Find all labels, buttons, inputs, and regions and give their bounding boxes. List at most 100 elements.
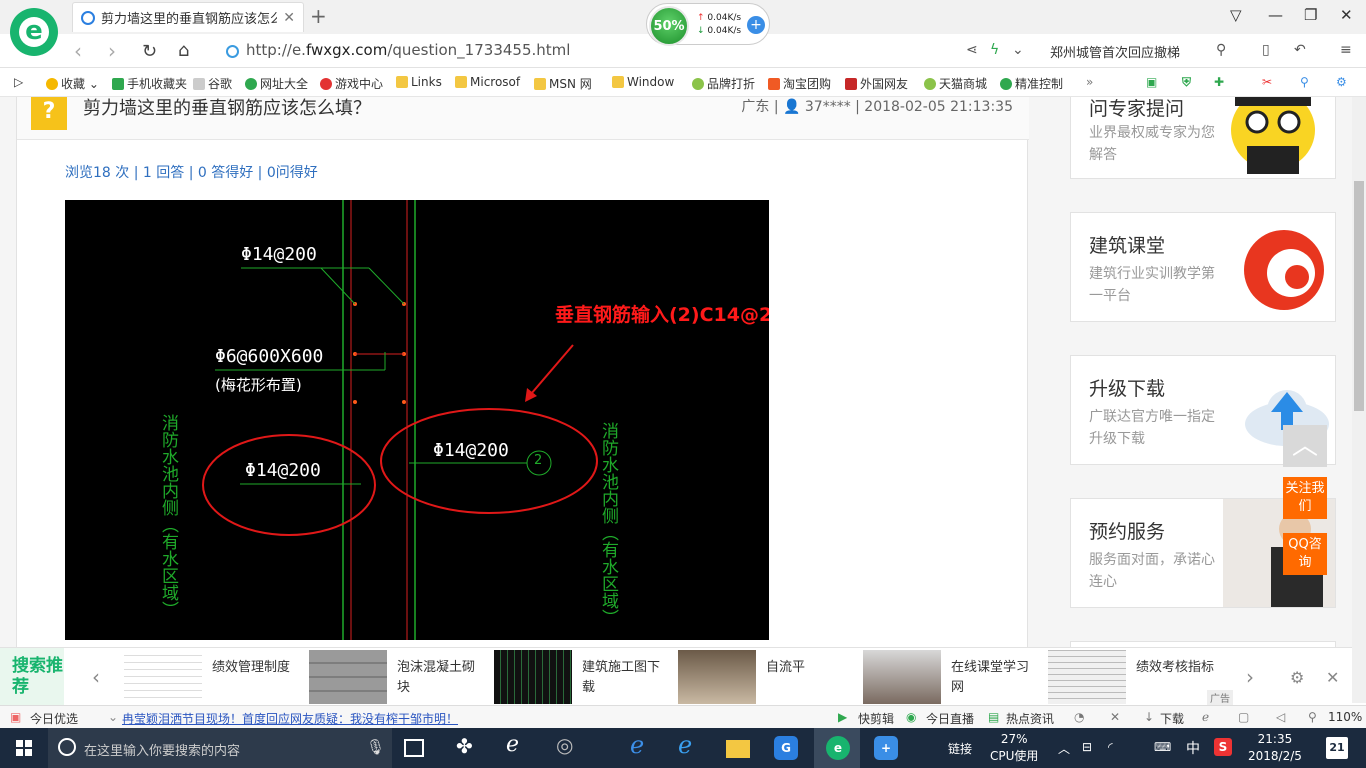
minimize-icon[interactable]: — bbox=[1268, 6, 1283, 24]
edge-icon[interactable]: ℯ bbox=[630, 731, 654, 759]
ie-icon[interactable]: ℯ bbox=[506, 732, 530, 757]
share-icon[interactable]: ⋖ bbox=[966, 42, 978, 58]
game-icon bbox=[320, 78, 332, 90]
file-explorer-icon[interactable] bbox=[726, 740, 750, 758]
refresh-icon[interactable]: ↻ bbox=[142, 41, 157, 62]
bookmark-item[interactable]: 游戏中心 bbox=[320, 75, 383, 92]
bookmark-item[interactable]: Microsof bbox=[455, 75, 520, 89]
more-bookmarks-icon[interactable]: » bbox=[1086, 75, 1093, 89]
windows-start-icon[interactable] bbox=[0, 728, 48, 768]
bookmark-item[interactable]: 品牌打折 bbox=[692, 75, 755, 92]
bookmark-item[interactable]: 天猫商城 bbox=[924, 75, 987, 92]
reader-icon[interactable]: ▣ bbox=[1146, 75, 1157, 89]
undo-icon[interactable]: ↶ bbox=[1294, 42, 1306, 58]
sidebar-card-class[interactable]: 建筑课堂 建筑行业实训教学第一平台 bbox=[1070, 212, 1336, 322]
skin-icon[interactable]: ▽ bbox=[1230, 6, 1242, 24]
browser-logo[interactable]: e bbox=[10, 8, 58, 56]
sogou-icon[interactable]: S bbox=[1214, 738, 1232, 756]
hot-search-text[interactable]: 郑州城管首次回应撤梯 bbox=[1050, 42, 1180, 61]
question-meta: 广东 | 👤 37**** | 2018-02-05 21:13:35 bbox=[741, 99, 1013, 115]
bookmark-item[interactable]: 谷歌 bbox=[193, 75, 232, 92]
magnifier-icon[interactable]: ⚲ bbox=[1300, 75, 1309, 89]
system-clock[interactable]: 21:35 2018/2/5 bbox=[1248, 731, 1302, 765]
menu-icon[interactable]: ≡ bbox=[1340, 42, 1352, 58]
back-icon[interactable]: ‹ bbox=[74, 39, 82, 63]
volume-icon[interactable]: ◁ bbox=[1276, 710, 1285, 724]
today-picks[interactable]: 今日优选 bbox=[30, 710, 78, 727]
fan-app-icon[interactable]: ✤ bbox=[456, 734, 480, 758]
browser-taskbar-icon[interactable]: e bbox=[826, 736, 850, 760]
bookmark-item[interactable]: Links bbox=[396, 75, 442, 89]
url-field[interactable]: http://e.fwxgx.com/question_1733455.html bbox=[246, 41, 570, 59]
new-tab-icon[interactable]: + bbox=[310, 4, 327, 28]
plus-app-icon[interactable]: + bbox=[874, 736, 898, 760]
follow-us-button[interactable]: 关注我们 bbox=[1283, 477, 1327, 519]
wifi-icon[interactable]: ◜ bbox=[1108, 740, 1113, 754]
cad-side-text-right: 消防水池内侧（有水区域） bbox=[598, 422, 618, 626]
tools-icon[interactable]: ✕ bbox=[1110, 710, 1120, 724]
prev-arrow-icon[interactable]: ‹ bbox=[92, 665, 100, 689]
cpu-usage[interactable]: 27% CPU使用 bbox=[990, 731, 1038, 765]
quick-cut-link[interactable]: 快剪辑 bbox=[858, 710, 894, 727]
spiral-app-icon[interactable]: ◎ bbox=[556, 733, 580, 757]
network-icon[interactable]: ⊟ bbox=[1082, 740, 1092, 754]
next-arrow-icon[interactable]: › bbox=[1246, 665, 1254, 689]
settings-icon[interactable]: ⚙ bbox=[1290, 668, 1304, 687]
scrollbar-thumb[interactable] bbox=[1354, 181, 1364, 411]
bookmark-item[interactable]: Window bbox=[612, 75, 674, 89]
network-speed-widget[interactable]: 50% 0.04K/s 0.04K/s + bbox=[646, 3, 770, 46]
forward-icon[interactable]: › bbox=[108, 39, 116, 63]
scissors-icon[interactable]: ✂ bbox=[1262, 75, 1272, 89]
bookmark-item[interactable]: 网址大全 bbox=[245, 75, 308, 92]
hot-news-link[interactable]: 热点资讯 bbox=[1006, 710, 1054, 727]
mobile-icon[interactable]: ▯ bbox=[1262, 42, 1270, 58]
rec-thumbnail-floor bbox=[678, 650, 756, 704]
back-to-top-icon[interactable]: ︿ bbox=[1283, 425, 1327, 467]
maximize-icon[interactable]: ❐ bbox=[1304, 6, 1317, 24]
close-window-icon[interactable]: ✕ bbox=[1340, 6, 1353, 24]
search-icon[interactable]: ⚲ bbox=[1216, 42, 1226, 58]
internet-explorer-icon[interactable]: ℯ bbox=[678, 731, 702, 759]
plugin-icon[interactable]: ✚ bbox=[1214, 75, 1224, 89]
browser-tab[interactable]: 剪力墙这里的垂直钢筋应该怎么填 ✕ bbox=[72, 2, 304, 32]
shield-icon[interactable]: ⛨ bbox=[1182, 75, 1191, 90]
download-link[interactable]: 下载 bbox=[1160, 710, 1184, 727]
news-ticker-link[interactable]: 冉莹颖泪洒节目现场！首度回应网友质疑：我没有榨干邹市明！ bbox=[122, 710, 458, 727]
home-icon[interactable]: ⌂ bbox=[178, 40, 189, 61]
tray-expand-icon[interactable]: ︿ bbox=[1058, 740, 1070, 757]
speed-icon[interactable]: ◔ bbox=[1074, 710, 1084, 724]
bookmark-item[interactable]: 外国网友 bbox=[845, 75, 908, 92]
question-stats[interactable]: 浏览18 次 | 1 回答 | 0 答得好 | 0问得好 bbox=[65, 162, 318, 182]
leaf-icon bbox=[692, 78, 704, 90]
notification-badge[interactable]: 21 bbox=[1326, 737, 1348, 759]
ie-mode-icon[interactable]: ℯ bbox=[1202, 710, 1209, 724]
close-icon[interactable]: ✕ bbox=[1326, 668, 1339, 687]
links-toolbar[interactable]: 链接 bbox=[948, 740, 972, 757]
bookmark-item[interactable]: 精准控制 bbox=[1000, 75, 1063, 92]
dropdown-chevron-icon[interactable]: ⌄ bbox=[1012, 42, 1024, 58]
folder-icon bbox=[534, 78, 546, 90]
sidebar-card-expert[interactable]: 问专家提问 业界最权威专家为您解答 bbox=[1070, 97, 1336, 179]
lightning-icon[interactable]: ϟ bbox=[990, 42, 999, 58]
bookmark-item[interactable]: MSN 网 bbox=[534, 75, 592, 92]
zoom-level[interactable]: 110% bbox=[1328, 710, 1362, 724]
microphone-icon[interactable]: 🎙 bbox=[366, 738, 385, 756]
taskbar-search[interactable]: 在这里输入你要搜索的内容 🎙 bbox=[48, 728, 392, 768]
tab-close-icon[interactable]: ✕ bbox=[283, 10, 295, 26]
live-link[interactable]: 今日直播 bbox=[926, 710, 974, 727]
keyboard-icon[interactable]: ⌨ bbox=[1154, 740, 1171, 754]
cad-drawing-image[interactable]: Φ14@200 Φ6@600X600 (梅花形布置) Φ14@200 Φ14@2… bbox=[65, 200, 769, 640]
qq-consult-button[interactable]: QQ咨询 bbox=[1283, 533, 1327, 575]
accelerate-icon[interactable]: + bbox=[747, 16, 765, 34]
tools-icon[interactable]: ⚙ bbox=[1336, 75, 1347, 89]
page-content: ? 剪力墙这里的垂直钢筋应该怎么填？ 广东 | 👤 37**** | 2018-… bbox=[0, 97, 1352, 647]
ime-indicator[interactable]: 中 bbox=[1186, 738, 1200, 758]
vertical-scrollbar[interactable] bbox=[1352, 97, 1366, 703]
bookmark-item[interactable]: 淘宝团购 bbox=[768, 75, 831, 92]
bookmark-item[interactable]: 手机收藏夹 bbox=[112, 75, 187, 92]
sidebar-toggle-icon[interactable]: ▷ bbox=[14, 75, 23, 89]
task-view-icon[interactable] bbox=[404, 739, 424, 757]
blue-g-app-icon[interactable]: G bbox=[774, 736, 798, 760]
bookmark-item[interactable]: 收藏 ⌄ bbox=[46, 75, 99, 92]
window-icon[interactable]: ▢ bbox=[1238, 710, 1249, 724]
